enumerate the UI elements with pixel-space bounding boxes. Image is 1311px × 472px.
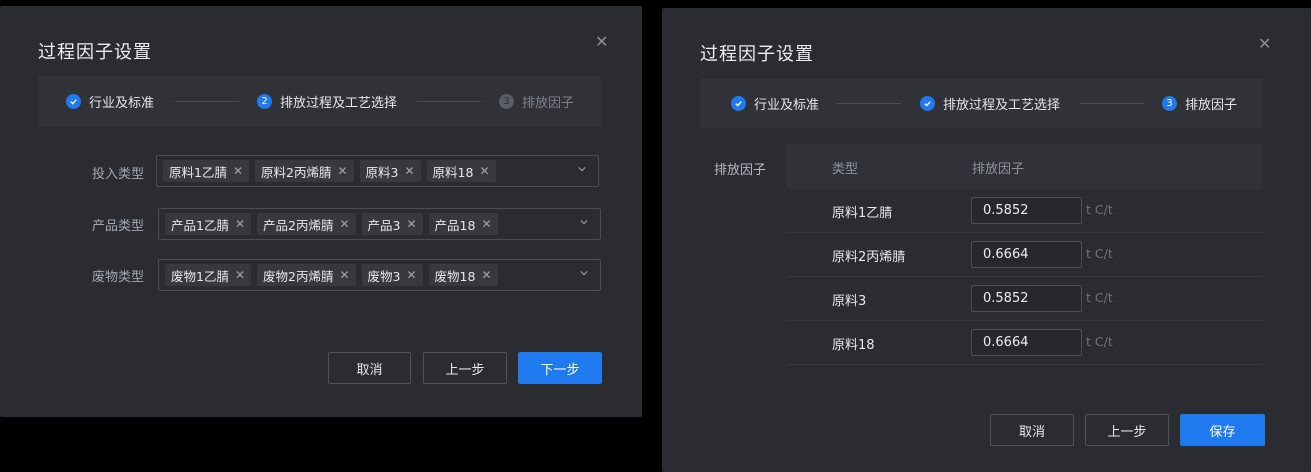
- table-header: 类型 排放因子: [786, 144, 1263, 189]
- stepper: 行业及标准 排放过程及工艺选择 3 排放因子: [700, 78, 1263, 128]
- close-icon[interactable]: ✕: [235, 217, 245, 231]
- material-name: 原料18: [832, 338, 875, 353]
- step-emission-factor: 3 排放因子: [499, 76, 574, 126]
- tag: 废物2丙烯腈 ✕: [257, 264, 356, 286]
- tag: 产品3 ✕: [361, 213, 423, 235]
- tag: 产品18 ✕: [428, 213, 498, 235]
- step-divider: [1080, 103, 1144, 104]
- step-divider: [175, 101, 239, 102]
- tag: 产品2丙烯腈 ✕: [257, 213, 356, 235]
- close-icon[interactable]: ✕: [235, 268, 245, 282]
- step-emission-process: 排放过程及工艺选择: [920, 78, 1060, 128]
- check-circle-icon: [920, 95, 935, 111]
- step-number-badge: 3: [1162, 95, 1177, 111]
- step-divider: [417, 101, 481, 102]
- close-icon[interactable]: ✕: [481, 268, 491, 282]
- close-icon[interactable]: ✕: [337, 164, 347, 178]
- material-name: 原料1乙腈: [832, 206, 893, 221]
- chevron-down-icon[interactable]: [580, 269, 588, 277]
- prev-step-button[interactable]: 上一步: [423, 352, 507, 384]
- cancel-button[interactable]: 取消: [328, 352, 411, 384]
- stepper: 行业及标准 2 排放过程及工艺选择 3 排放因子: [38, 76, 601, 126]
- step-number-badge: 2: [257, 93, 272, 109]
- dialog-title: 过程因子设置: [38, 42, 152, 63]
- waste-type-label: 废物类型: [92, 270, 145, 285]
- prev-step-button[interactable]: 上一步: [1085, 414, 1169, 446]
- unit-label: t C/t: [1086, 202, 1113, 217]
- tag: 原料1乙腈 ✕: [163, 160, 250, 182]
- step-label: 排放过程及工艺选择: [943, 97, 1061, 113]
- step-label: 排放过程及工艺选择: [280, 95, 398, 111]
- unit-label: t C/t: [1086, 290, 1113, 305]
- close-icon[interactable]: ✕: [406, 268, 416, 282]
- column-header-factor: 排放因子: [972, 162, 1025, 177]
- waste-type-select[interactable]: 废物1乙腈 ✕ 废物2丙烯腈 ✕ 废物3 ✕ 废物18 ✕: [158, 259, 601, 291]
- step-industry-standard: 行业及标准: [66, 76, 154, 126]
- step-number-badge: 3: [499, 93, 514, 109]
- next-step-button[interactable]: 下一步: [518, 352, 602, 384]
- tag: 原料18 ✕: [426, 160, 496, 182]
- step-label: 行业及标准: [89, 95, 155, 111]
- chevron-down-icon[interactable]: [580, 218, 588, 226]
- step-label: 排放因子: [522, 95, 575, 111]
- column-header-type: 类型: [832, 162, 859, 177]
- process-factor-dialog-step3: 过程因子设置 ✕ 行业及标准 排放过程及工艺选择 3 排放因子 排放因子 类型 …: [662, 8, 1311, 472]
- input-type-label: 投入类型: [92, 167, 145, 182]
- close-icon[interactable]: ✕: [339, 217, 349, 231]
- step-emission-factor: 3 排放因子: [1162, 78, 1237, 128]
- process-factor-dialog-step2: 过程因子设置 ✕ 行业及标准 2 排放过程及工艺选择 3 排放因子 投入类型 原…: [0, 6, 642, 417]
- step-label: 行业及标准: [754, 97, 820, 113]
- factor-input[interactable]: 0.5852: [971, 285, 1082, 312]
- unit-label: t C/t: [1086, 246, 1113, 261]
- close-icon[interactable]: ✕: [481, 217, 491, 231]
- table-row: 原料3 0.5852 t C/t: [786, 277, 1263, 321]
- step-industry-standard: 行业及标准: [731, 78, 819, 128]
- close-icon[interactable]: ✕: [1258, 36, 1271, 52]
- step-divider: [837, 103, 901, 104]
- check-circle-icon: [66, 93, 81, 109]
- table-row: 原料18 0.6664 t C/t: [786, 321, 1263, 365]
- close-icon[interactable]: ✕: [595, 34, 608, 50]
- close-icon[interactable]: ✕: [233, 164, 243, 178]
- factor-input[interactable]: 0.6664: [971, 329, 1082, 356]
- tag: 废物18 ✕: [428, 264, 498, 286]
- close-icon[interactable]: ✕: [406, 217, 416, 231]
- step-emission-process: 2 排放过程及工艺选择: [257, 76, 397, 126]
- material-name: 原料3: [832, 294, 867, 309]
- emission-factor-table: 类型 排放因子 原料1乙腈 0.5852 t C/t 原料2丙烯腈 0.6664…: [786, 144, 1263, 365]
- close-icon[interactable]: ✕: [479, 164, 489, 178]
- tag: 产品1乙腈 ✕: [165, 213, 252, 235]
- input-type-select[interactable]: 原料1乙腈 ✕ 原料2丙烯腈 ✕ 原料3 ✕ 原料18 ✕: [156, 155, 599, 187]
- factor-input[interactable]: 0.5852: [971, 197, 1082, 224]
- check-circle-icon: [731, 95, 746, 111]
- material-name: 原料2丙烯腈: [832, 250, 906, 265]
- tag: 原料3 ✕: [359, 160, 421, 182]
- product-type-label: 产品类型: [92, 219, 145, 234]
- table-row: 原料1乙腈 0.5852 t C/t: [786, 189, 1263, 233]
- tag: 废物3 ✕: [361, 264, 423, 286]
- close-icon[interactable]: ✕: [339, 268, 349, 282]
- close-icon[interactable]: ✕: [404, 164, 414, 178]
- step-label: 排放因子: [1185, 97, 1238, 113]
- cancel-button[interactable]: 取消: [990, 414, 1074, 446]
- unit-label: t C/t: [1086, 334, 1113, 349]
- table-row: 原料2丙烯腈 0.6664 t C/t: [786, 233, 1263, 277]
- product-type-select[interactable]: 产品1乙腈 ✕ 产品2丙烯腈 ✕ 产品3 ✕ 产品18 ✕: [158, 208, 601, 240]
- tag: 废物1乙腈 ✕: [165, 264, 252, 286]
- dialog-title: 过程因子设置: [700, 44, 814, 65]
- emission-factor-label: 排放因子: [714, 163, 767, 178]
- factor-input[interactable]: 0.6664: [971, 241, 1082, 268]
- tag: 原料2丙烯腈 ✕: [255, 160, 354, 182]
- chevron-down-icon[interactable]: [578, 165, 586, 173]
- save-button[interactable]: 保存: [1180, 414, 1265, 446]
